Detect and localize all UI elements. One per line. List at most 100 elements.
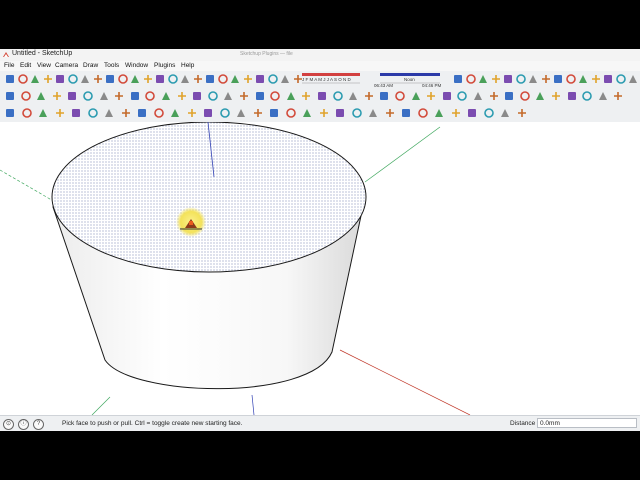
modeling-viewport[interactable] — [0, 122, 640, 415]
text-icon[interactable] — [242, 73, 254, 85]
previous-view-icon[interactable] — [490, 73, 502, 85]
protractor-icon[interactable] — [229, 73, 241, 85]
rectangle-icon[interactable] — [54, 73, 66, 85]
monochrome-icon[interactable] — [191, 90, 203, 102]
sandbox-icon[interactable] — [627, 73, 639, 85]
menu-view[interactable]: View — [37, 62, 51, 69]
profiles-icon[interactable] — [254, 90, 266, 102]
flip-edge-icon[interactable] — [456, 90, 468, 102]
split-icon[interactable] — [363, 90, 375, 102]
top-view-icon[interactable] — [20, 90, 32, 102]
measurements-input[interactable]: 0.0mm — [537, 418, 637, 428]
position-camera-icon[interactable] — [515, 73, 527, 85]
menu-help[interactable]: Help — [181, 62, 194, 69]
3d-text-icon[interactable] — [267, 73, 279, 85]
menu-plugins[interactable]: Plugins — [154, 62, 175, 69]
pan-small-icon[interactable] — [318, 107, 330, 119]
menu-camera[interactable]: Camera — [55, 62, 78, 69]
lasso-icon[interactable] — [21, 107, 33, 119]
paint-bucket-icon[interactable] — [29, 73, 41, 85]
hidden-line-icon[interactable] — [144, 90, 156, 102]
move-small-icon[interactable] — [202, 107, 214, 119]
shaded-icon[interactable] — [160, 90, 172, 102]
trim-icon[interactable] — [347, 90, 359, 102]
rotate-small-icon[interactable] — [219, 107, 231, 119]
scenes-icon[interactable] — [534, 90, 546, 102]
entity-info-icon[interactable] — [597, 90, 609, 102]
display-shadows-icon[interactable] — [207, 90, 219, 102]
drape-icon[interactable] — [425, 90, 437, 102]
wireframe-icon[interactable] — [129, 90, 141, 102]
follow-me-icon[interactable] — [167, 73, 179, 85]
section-small-icon[interactable] — [400, 107, 412, 119]
left-view-icon[interactable] — [82, 90, 94, 102]
zoom-icon[interactable] — [452, 73, 464, 85]
smoove-icon[interactable] — [394, 90, 406, 102]
zoomext-small-icon[interactable] — [351, 107, 363, 119]
share-model-icon[interactable] — [577, 73, 589, 85]
line-small-icon[interactable] — [87, 107, 99, 119]
back-edges-icon[interactable] — [113, 90, 125, 102]
plugin-e-icon[interactable] — [483, 107, 495, 119]
model-info-icon[interactable] — [472, 90, 484, 102]
look-small-icon[interactable] — [384, 107, 396, 119]
components-icon[interactable] — [519, 90, 531, 102]
get-models-icon[interactable] — [565, 73, 577, 85]
freehand-icon[interactable] — [117, 73, 129, 85]
eraser-icon[interactable] — [42, 73, 54, 85]
zoom-window-icon[interactable] — [465, 73, 477, 85]
month-labels[interactable]: J F M A M J J A S O N D — [302, 77, 351, 82]
credits-icon[interactable]: ⓘ — [18, 419, 29, 430]
menu-window[interactable]: Window — [125, 62, 148, 69]
soften-icon[interactable] — [566, 90, 578, 102]
fog-icon[interactable] — [222, 90, 234, 102]
push-pull-icon[interactable] — [142, 73, 154, 85]
shadows-icon[interactable] — [550, 90, 562, 102]
move-icon[interactable] — [129, 73, 141, 85]
plugin-a-icon[interactable] — [417, 107, 429, 119]
menu-tools[interactable]: Tools — [104, 62, 119, 69]
xray-icon[interactable] — [98, 90, 110, 102]
tape-measure-icon[interactable] — [204, 73, 216, 85]
plugin-d-icon[interactable] — [466, 107, 478, 119]
arc-small-icon[interactable] — [120, 107, 132, 119]
scene-canvas[interactable] — [0, 122, 640, 415]
edge-styles-icon[interactable] — [238, 90, 250, 102]
menu-edit[interactable]: Edit — [20, 62, 31, 69]
orbit-small-icon[interactable] — [301, 107, 313, 119]
union-icon[interactable] — [300, 90, 312, 102]
right-view-icon[interactable] — [51, 90, 63, 102]
make-component-icon[interactable] — [17, 73, 29, 85]
select-arrow-icon[interactable] — [4, 107, 16, 119]
dim-small-icon[interactable] — [268, 107, 280, 119]
axes-icon[interactable] — [254, 73, 266, 85]
pushpull-small-icon[interactable] — [153, 107, 165, 119]
geo-location-icon[interactable]: ⊙ — [3, 419, 14, 430]
line-icon[interactable] — [67, 73, 79, 85]
zoom-small-icon[interactable] — [334, 107, 346, 119]
materials-icon[interactable] — [503, 90, 515, 102]
front-view-icon[interactable] — [35, 90, 47, 102]
orbit-icon[interactable] — [279, 73, 291, 85]
plugin-c-icon[interactable] — [450, 107, 462, 119]
rotate-icon[interactable] — [154, 73, 166, 85]
polygon-icon[interactable] — [104, 73, 116, 85]
outliner-icon[interactable] — [581, 90, 593, 102]
photo-match-icon[interactable] — [615, 73, 627, 85]
help-icon[interactable]: ? — [33, 419, 44, 430]
rect-small-icon[interactable] — [70, 107, 82, 119]
share-component-icon[interactable] — [590, 73, 602, 85]
walk-icon[interactable] — [540, 73, 552, 85]
offset-small-icon[interactable] — [186, 107, 198, 119]
followme-small-icon[interactable] — [169, 107, 181, 119]
scale-icon[interactable] — [179, 73, 191, 85]
select-tool-icon[interactable] — [4, 73, 16, 85]
google-earth-icon[interactable] — [602, 73, 614, 85]
eraser-small-icon[interactable] — [54, 107, 66, 119]
plugin-b-icon[interactable] — [433, 107, 445, 119]
offset-icon[interactable] — [192, 73, 204, 85]
outer-shell-icon[interactable] — [378, 90, 390, 102]
menu-draw[interactable]: Draw — [83, 62, 98, 69]
styles-icon[interactable] — [488, 90, 500, 102]
back-view-icon[interactable] — [66, 90, 78, 102]
